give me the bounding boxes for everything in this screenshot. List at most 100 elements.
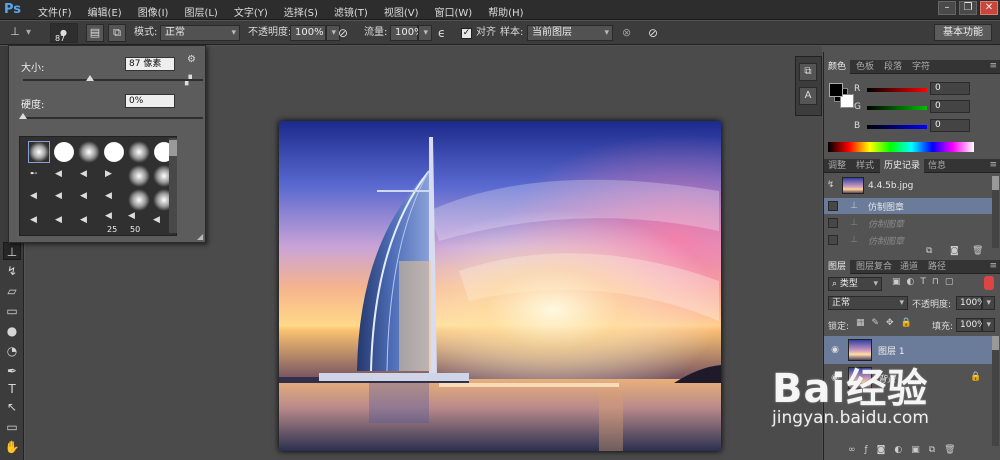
history-state-checkbox[interactable] <box>828 235 838 245</box>
history-state-selected[interactable]: ⊥ 仿制图章 <box>824 198 992 214</box>
red-channel-field[interactable]: 0 <box>930 82 970 95</box>
dodge-tool-icon[interactable]: ◔ <box>3 342 21 360</box>
brush-size-slider-thumb[interactable] <box>85 75 94 81</box>
blue-channel-field[interactable]: 0 <box>930 119 970 132</box>
menu-select[interactable]: 选择(S) <box>276 4 326 19</box>
trash-icon[interactable]: 🗑 <box>972 246 983 256</box>
brush-panel-toggle-icon[interactable]: ▤ <box>86 24 104 42</box>
brush-picker-button[interactable]: ● 87 <box>50 23 78 43</box>
opacity-field[interactable]: 100% <box>290 25 326 41</box>
flow-dropdown[interactable] <box>418 25 432 41</box>
sample-select[interactable]: 当前图层 <box>527 25 613 41</box>
history-brush-tool-icon[interactable]: ↯ <box>3 262 21 280</box>
brush-preset-tip[interactable]: ◀ <box>30 191 52 213</box>
brush-preset-soft-selected[interactable] <box>28 141 50 163</box>
menu-layer[interactable]: 图层(L) <box>176 4 225 19</box>
tool-preset-dropdown-icon[interactable]: ▾ <box>26 25 31 41</box>
brush-hardness-field[interactable]: 0% <box>125 94 175 108</box>
panel-menu-icon[interactable]: ≡ <box>989 61 997 71</box>
brush-preset-soft[interactable] <box>128 141 150 163</box>
aligned-checkbox[interactable]: ✓ <box>461 28 472 39</box>
brush-preset-picker[interactable]: 大小: 87 像素 ⚙ ▞ 硬度: 0% ➸ ◀ ◀ ▶ ◀ ◀ ◀ ◀ ◀ ◀… <box>8 45 206 243</box>
layers-scrollbar[interactable] <box>992 336 999 446</box>
hand-tool-icon[interactable]: ✋ <box>3 438 21 456</box>
brush-preset-soft[interactable] <box>78 141 100 163</box>
rectangle-tool-icon[interactable]: ▭ <box>3 418 21 436</box>
foreground-color-swatch[interactable] <box>829 83 843 97</box>
clone-stamp-tool-icon[interactable]: ⊥ <box>3 242 21 260</box>
tab-layer-comps[interactable]: 图层复合 <box>852 260 896 274</box>
brush-preset-tip[interactable]: ◀ <box>80 215 102 237</box>
visibility-eye-icon[interactable]: ◉ <box>829 372 841 384</box>
tab-info[interactable]: 信息 <box>924 159 950 173</box>
pressure-size-icon[interactable]: ⊘ <box>648 25 658 41</box>
minimize-button[interactable]: – <box>938 1 956 15</box>
clone-source-icon[interactable]: ⧉ <box>799 63 817 81</box>
ignore-adjustment-icon[interactable]: ⊗ <box>622 25 631 41</box>
airbrush-icon[interactable]: ϵ <box>438 25 445 41</box>
layer-row-layer-1[interactable]: ◉ 图层 1 <box>824 336 992 364</box>
fill-field[interactable]: 100% <box>956 318 986 332</box>
tab-character[interactable]: 字符 <box>908 60 934 74</box>
brush-preset-tip[interactable]: ◀ <box>55 191 77 213</box>
brush-preset-soft[interactable] <box>128 189 150 211</box>
menu-filter[interactable]: 滤镜(T) <box>326 4 376 19</box>
layer-opacity-dropdown[interactable] <box>982 296 995 310</box>
panel-menu-icon[interactable]: ≡ <box>989 261 997 271</box>
brush-preset-tip[interactable]: ◀ <box>80 169 102 191</box>
visibility-eye-icon[interactable]: ◉ <box>829 344 841 356</box>
menu-type[interactable]: 文字(Y) <box>226 4 276 19</box>
close-button[interactable]: ✕ <box>980 1 998 15</box>
brush-size-slider[interactable] <box>23 75 203 81</box>
tab-adjustments[interactable]: 调整 <box>824 159 850 173</box>
brush-preset-tip[interactable]: ◀ <box>80 191 102 213</box>
history-state[interactable]: ⊥ 仿制图章 <box>824 215 992 231</box>
clone-stamp-tool-preset-icon[interactable]: ⊥ <box>6 24 24 42</box>
pen-tool-icon[interactable]: ✒ <box>3 362 21 380</box>
tab-styles[interactable]: 样式 <box>852 159 878 173</box>
menu-window[interactable]: 窗口(W) <box>426 4 480 19</box>
menu-view[interactable]: 视图(V) <box>376 4 427 19</box>
tab-layers[interactable]: 图层 <box>824 260 851 274</box>
tab-paths[interactable]: 路径 <box>924 260 950 274</box>
history-state[interactable]: ⊥ 仿制图章 <box>824 232 992 248</box>
pressure-opacity-icon[interactable]: ⊘ <box>338 25 348 41</box>
layer-filter-icons[interactable]: ▣◐T⊓▢ <box>892 277 959 287</box>
brush-preset-tip[interactable]: ▶ <box>105 169 127 191</box>
brush-size-field[interactable]: 87 像素 <box>125 57 175 71</box>
flow-field[interactable]: 100% <box>390 25 424 41</box>
color-spectrum-ramp[interactable] <box>828 142 974 152</box>
camera-icon[interactable]: ◙ <box>950 246 959 256</box>
blend-mode-select[interactable]: 正常 <box>828 296 908 310</box>
red-channel-slider[interactable] <box>867 88 927 92</box>
brush-preset-soft[interactable] <box>128 165 150 187</box>
green-channel-field[interactable]: 0 <box>930 100 970 113</box>
layer-opacity-field[interactable]: 100% <box>956 296 986 310</box>
eraser-tool-icon[interactable]: ▱ <box>3 282 21 300</box>
tab-paragraph[interactable]: 段落 <box>880 60 906 74</box>
brush-preset-tip[interactable]: ◀ <box>55 215 77 237</box>
clone-source-panel-icon[interactable]: ⧉ <box>108 24 126 42</box>
history-scrollbar[interactable] <box>992 176 999 248</box>
tab-color[interactable]: 颜色 <box>824 60 851 74</box>
brush-preset-scrollbar[interactable] <box>169 138 177 233</box>
menu-file[interactable]: 文件(F) <box>30 4 80 19</box>
blur-tool-icon[interactable]: ● <box>3 322 21 340</box>
lock-option-icons[interactable]: ▦✎✥🔒 <box>856 318 919 328</box>
blue-channel-slider[interactable] <box>867 125 927 129</box>
gradient-tool-icon[interactable]: ▭ <box>3 302 21 320</box>
document-image[interactable] <box>279 121 721 451</box>
panel-menu-icon[interactable]: ≡ <box>989 160 997 170</box>
brush-hardness-slider-thumb[interactable] <box>19 113 27 119</box>
history-brush-source-icon[interactable]: ↯ <box>827 180 835 190</box>
brush-preset-hard[interactable] <box>103 141 125 163</box>
green-channel-slider[interactable] <box>867 106 927 110</box>
maximize-button[interactable]: ❐ <box>959 1 977 15</box>
layer-row-background[interactable]: ◉ 背景 🔒 <box>824 364 992 392</box>
resize-grip-icon[interactable]: ◢ <box>197 232 203 241</box>
mode-select[interactable]: 正常 <box>160 25 240 41</box>
history-state-checkbox[interactable] <box>828 201 838 211</box>
layer-kind-filter[interactable]: ⌕ 类型 <box>828 277 882 291</box>
tab-history[interactable]: 历史记录 <box>880 159 925 173</box>
character-style-icon[interactable]: A <box>799 87 817 105</box>
